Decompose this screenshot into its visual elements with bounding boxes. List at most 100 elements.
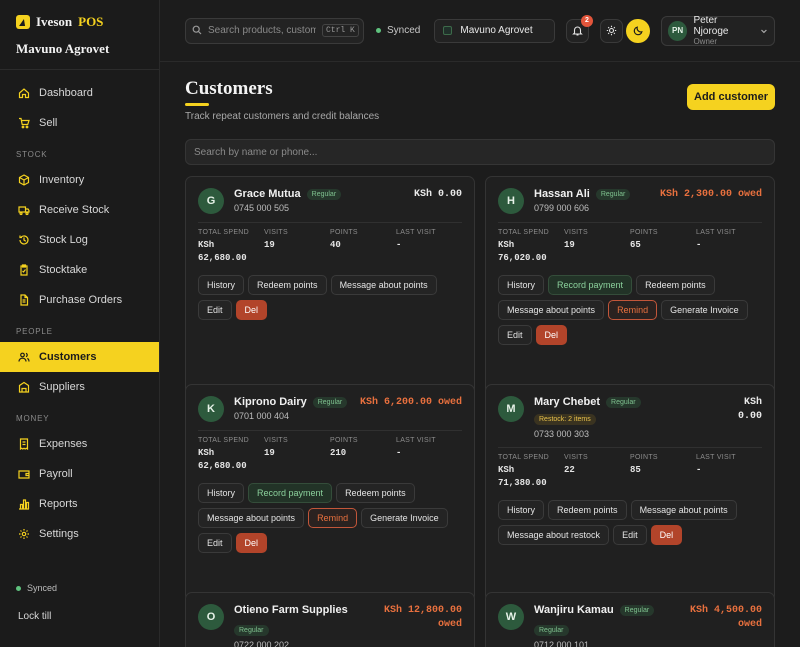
del-button[interactable]: Del <box>235 300 268 320</box>
chevron-down-icon <box>761 29 767 33</box>
visits-count: 19 <box>564 240 575 250</box>
store-selector[interactable]: Mavuno Agrovet <box>434 18 555 43</box>
sync-dot-icon <box>16 585 21 591</box>
customer-actions: History Redeem points Message about points… <box>198 275 462 320</box>
home-icon <box>18 87 30 99</box>
sidebar-item-purchase-orders[interactable]: Purchase Orders <box>0 285 159 315</box>
message-about-restock-button[interactable]: Message about restock <box>498 525 610 545</box>
global-search[interactable]: Ctrl K <box>185 17 364 44</box>
customer-actions: History Record payment Redeem points Messag… <box>198 483 462 553</box>
edit-button[interactable]: Edit <box>613 525 647 545</box>
record-payment-button[interactable]: Record payment <box>548 275 633 295</box>
record-payment-button[interactable]: Record payment <box>248 483 333 503</box>
sun-icon <box>606 25 617 36</box>
stat-label: LAST VISIT <box>396 437 436 444</box>
user-menu[interactable]: PN Peter Njoroge Owner <box>660 15 775 46</box>
last-visit: - <box>396 448 402 458</box>
page-title: Customers <box>185 78 273 99</box>
visits-count: 19 <box>264 240 275 250</box>
last-visit: - <box>396 240 402 250</box>
customer-name[interactable]: Wanjiru Kamau <box>534 604 614 616</box>
add-customer-button[interactable]: Add customer <box>687 84 775 110</box>
customer-phone: 0733 000 303 <box>534 429 590 439</box>
remind-button[interactable]: Remind <box>608 300 658 320</box>
del-button[interactable]: Del <box>535 325 568 345</box>
sidebar-item-expenses[interactable]: Expenses <box>0 429 159 459</box>
edit-button[interactable]: Edit <box>198 300 232 320</box>
sidebar-item-sell[interactable]: Sell <box>0 108 159 138</box>
stat-label: POINTS <box>630 454 658 461</box>
cart-icon <box>18 117 30 129</box>
sidebar-item-dashboard[interactable]: Dashboard <box>0 78 159 108</box>
remind-button[interactable]: Remind <box>308 508 358 528</box>
stat-label: LAST VISIT <box>396 229 436 236</box>
redeem-points-button[interactable]: Redeem points <box>248 275 327 295</box>
page-subtitle: Track repeat customers and credit balanc… <box>185 111 380 122</box>
redeem-points-button[interactable]: Redeem points <box>336 483 415 503</box>
lock-till-button[interactable]: Lock till <box>18 611 51 622</box>
message-about-points-button[interactable]: Message about points <box>630 500 737 520</box>
sidebar-item-inventory[interactable]: Inventory <box>0 165 159 195</box>
customer-name[interactable]: Hassan Ali <box>534 188 590 200</box>
avatar: PN <box>667 20 688 41</box>
customer-search-input[interactable] <box>185 139 775 165</box>
sidebar-item-label: Reports <box>39 498 78 510</box>
divider <box>498 447 762 448</box>
customer-name[interactable]: Grace Mutua <box>234 188 301 200</box>
search-icon <box>192 22 202 40</box>
page-header: Customers Track repeat customers and cre… <box>185 76 775 138</box>
sidebar-item-payroll[interactable]: Payroll <box>0 459 159 489</box>
message-about-points-button[interactable]: Message about points <box>498 300 605 320</box>
customer-header: W Wanjiru Kamau Regular Regular 0712 000 101… <box>498 604 762 647</box>
redeem-points-button[interactable]: Redeem points <box>636 275 715 295</box>
history-icon <box>18 234 30 246</box>
truck-icon <box>18 204 30 216</box>
edit-button[interactable]: Edit <box>498 325 532 345</box>
user-name: Peter Njoroge <box>693 15 729 37</box>
sidebar-item-settings[interactable]: Settings <box>0 519 159 549</box>
history-button[interactable]: History <box>198 275 245 295</box>
brand: Iveson POS <box>16 14 143 30</box>
sync-status: Synced <box>16 583 57 593</box>
redeem-points-button[interactable]: Redeem points <box>548 500 627 520</box>
sidebar-item-stock-log[interactable]: Stock Log <box>0 225 159 255</box>
customer-info: Wanjiru Kamau Regular Regular 0712 000 101 <box>534 604 680 647</box>
generate-invoice-button[interactable]: Generate Invoice <box>661 300 748 320</box>
restock-badge: Restock: 2 items <box>534 414 596 425</box>
receipt-icon <box>18 438 30 450</box>
sidebar-item-customers[interactable]: Customers <box>0 342 159 372</box>
sidebar-item-suppliers[interactable]: Suppliers <box>0 372 159 402</box>
visits-count: 19 <box>264 448 275 458</box>
customer-tag: Regular <box>606 396 641 408</box>
message-about-points-button[interactable]: Message about points <box>330 275 437 295</box>
generate-invoice-button[interactable]: Generate Invoice <box>361 508 448 528</box>
customer-name[interactable]: Kiprono Dairy <box>234 396 307 408</box>
customer-name[interactable]: Mary Chebet <box>534 396 600 408</box>
sidebar-item-reports[interactable]: Reports <box>0 489 159 519</box>
del-button[interactable]: Del <box>235 533 268 553</box>
customer-name[interactable]: Otieno Farm Supplies <box>234 604 348 616</box>
global-search-input[interactable] <box>208 25 316 36</box>
history-button[interactable]: History <box>498 500 545 520</box>
sync-label: Synced <box>27 583 58 593</box>
edit-button[interactable]: Edit <box>198 533 232 553</box>
last-visit: - <box>696 240 702 250</box>
sidebar-item-receive-stock[interactable]: Receive Stock <box>0 195 159 225</box>
light-mode-button[interactable] <box>599 18 624 43</box>
points-count: 210 <box>330 448 347 458</box>
history-button[interactable]: History <box>498 275 545 295</box>
notifications-button[interactable]: 2 <box>565 14 593 43</box>
gear-icon <box>18 528 30 540</box>
customer-info: Otieno Farm Supplies Regular 0722 000 202 <box>234 604 374 647</box>
bar-chart-icon <box>18 498 30 510</box>
dark-mode-button[interactable] <box>626 18 650 43</box>
customer-balance: KSh 0.00 <box>737 397 762 422</box>
customer-balance: KSh 0.00 <box>413 189 462 200</box>
message-about-points-button[interactable]: Message about points <box>198 508 305 528</box>
clipboard-icon <box>18 264 30 276</box>
customer-card: M Mary Chebet Regular Restock: 2 items 0733 … <box>485 384 775 602</box>
del-button[interactable]: Del <box>650 525 683 545</box>
history-button[interactable]: History <box>198 483 245 503</box>
box-icon <box>18 174 30 186</box>
sidebar-item-stocktake[interactable]: Stocktake <box>0 255 159 285</box>
